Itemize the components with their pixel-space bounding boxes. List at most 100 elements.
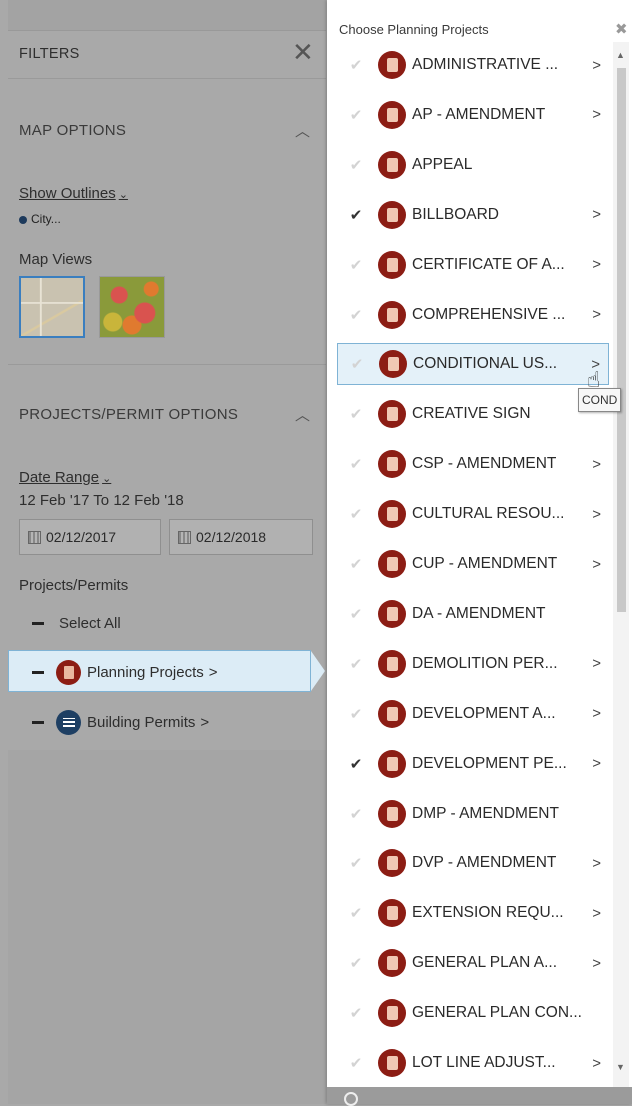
project-type-label: DVP - AMENDMENT xyxy=(412,854,557,872)
projects-permits-label: Projects/Permits xyxy=(19,577,129,594)
chevron-right-icon[interactable]: > xyxy=(592,106,601,123)
checkmark-icon[interactable]: ✔ xyxy=(345,106,367,124)
project-type-row[interactable]: ✔ DMP - AMENDMENT xyxy=(337,793,609,835)
project-type-label: EXTENSION REQU... xyxy=(412,904,564,922)
document-icon xyxy=(378,500,406,529)
close-icon[interactable]: ✕ xyxy=(292,40,314,66)
date-range-dropdown[interactable]: Date Range ⌄ xyxy=(19,469,111,486)
project-type-row[interactable]: ✔ GENERAL PLAN A... > xyxy=(337,942,609,984)
project-type-row[interactable]: ✔ CSP - AMENDMENT > xyxy=(337,443,609,485)
document-icon xyxy=(378,899,406,928)
project-type-row[interactable]: ✔ CREATIVE SIGN xyxy=(337,393,609,435)
chevron-right-icon[interactable]: > xyxy=(592,556,601,573)
document-icon xyxy=(378,400,406,429)
project-type-label: CONDITIONAL US... xyxy=(413,355,558,373)
project-type-row[interactable]: ✔ DEVELOPMENT PE... > xyxy=(337,743,609,785)
project-type-row[interactable]: ✔ LOT LINE ADJUST... > xyxy=(337,1042,609,1084)
project-type-row[interactable]: ✔ COMPREHENSIVE ... > xyxy=(337,294,609,336)
scroll-up-icon[interactable]: ▲ xyxy=(616,50,625,60)
document-icon xyxy=(378,1049,406,1077)
close-icon[interactable]: ✖ xyxy=(615,20,628,38)
document-icon xyxy=(378,999,406,1028)
checkmark-icon[interactable]: ✔ xyxy=(346,355,368,373)
project-type-label: COMPREHENSIVE ... xyxy=(412,305,566,323)
checkmark-icon[interactable]: ✔ xyxy=(345,56,367,74)
project-type-row[interactable]: ✔ CERTIFICATE OF A... > xyxy=(337,244,609,286)
checkmark-icon[interactable]: ✔ xyxy=(345,1004,367,1022)
project-type-row[interactable]: ✔ ADMINISTRATIVE ... > xyxy=(337,44,609,86)
checkmark-icon[interactable]: ✔ xyxy=(345,455,367,473)
chevron-right-icon[interactable]: > xyxy=(592,655,601,672)
project-type-row[interactable]: ✔ EXTENSION REQU... > xyxy=(337,892,609,934)
chevron-right-icon[interactable]: > xyxy=(592,755,601,772)
scrollbar[interactable]: ▲ ▼ xyxy=(613,42,629,1087)
chevron-right-icon[interactable]: > xyxy=(592,955,601,972)
category-building-permits[interactable]: Building Permits > xyxy=(32,708,209,736)
checkmark-icon[interactable]: ✔ xyxy=(345,805,367,823)
project-type-label: CUP - AMENDMENT xyxy=(412,555,558,572)
chevron-right-icon[interactable]: > xyxy=(592,256,601,273)
chevron-right-icon[interactable]: > xyxy=(592,306,601,323)
checkmark-icon[interactable]: ✔ xyxy=(345,256,367,274)
checkmark-icon[interactable]: ✔ xyxy=(345,306,367,324)
project-type-label: GENERAL PLAN CON... xyxy=(412,1004,582,1022)
scrollbar-thumb[interactable] xyxy=(617,68,626,612)
checkmark-icon[interactable]: ✔ xyxy=(345,156,367,174)
collapse-projects-options-icon[interactable]: ︿ xyxy=(295,404,310,425)
checkmark-icon[interactable]: ✔ xyxy=(345,555,367,573)
heat-map-view-thumbnail[interactable] xyxy=(99,276,165,338)
project-type-row[interactable]: ✔ CONDITIONAL US... > xyxy=(337,343,609,386)
divider xyxy=(8,78,326,79)
document-icon xyxy=(378,949,406,978)
checkmark-icon[interactable]: ✔ xyxy=(345,1054,367,1072)
chevron-right-icon[interactable]: > xyxy=(592,57,601,74)
checkmark-icon[interactable]: ✔ xyxy=(345,505,367,523)
project-type-label: BILLBOARD xyxy=(412,205,500,223)
project-type-row[interactable]: ✔ AP - AMENDMENT > xyxy=(337,94,609,136)
project-type-row[interactable]: ✔ CUP - AMENDMENT > xyxy=(337,543,609,585)
project-type-row[interactable]: ✔ DEMOLITION PER... > xyxy=(337,643,609,685)
project-type-row[interactable]: ✔ GENERAL PLAN CON... xyxy=(337,992,609,1034)
chevron-right-icon: > xyxy=(208,663,218,681)
project-type-row[interactable]: ✔ DVP - AMENDMENT > xyxy=(337,842,609,884)
chevron-right-icon[interactable]: > xyxy=(592,855,601,872)
project-type-label: GENERAL PLAN A... xyxy=(412,954,558,972)
chevron-right-icon[interactable]: > xyxy=(592,456,601,473)
checkmark-icon[interactable]: ✔ xyxy=(345,904,367,922)
chevron-right-icon[interactable]: > xyxy=(592,1055,601,1072)
end-date-input[interactable]: 02/12/2018 xyxy=(169,519,313,555)
project-type-row[interactable]: ✔ BILLBOARD > xyxy=(337,194,609,236)
checkmark-icon[interactable]: ✔ xyxy=(345,206,367,224)
checkmark-icon[interactable]: ✔ xyxy=(345,854,367,872)
checkmark-icon[interactable]: ✔ xyxy=(345,954,367,972)
category-planning-projects[interactable]: Planning Projects > xyxy=(32,658,218,686)
collapse-map-options-icon[interactable]: ︿ xyxy=(295,120,310,141)
checkmark-icon[interactable]: ✔ xyxy=(345,705,367,723)
start-date-input[interactable]: 02/12/2017 xyxy=(19,519,161,555)
show-outlines-dropdown[interactable]: Show Outlines ⌄ xyxy=(19,185,128,202)
chevron-right-icon[interactable]: > xyxy=(592,206,601,223)
project-type-label: LOT LINE ADJUST... xyxy=(412,1054,556,1071)
project-type-label: DMP - AMENDMENT xyxy=(412,804,559,822)
project-type-row[interactable]: ✔ DEVELOPMENT A... > xyxy=(337,693,609,735)
checkmark-icon[interactable]: ✔ xyxy=(345,405,367,423)
project-type-row[interactable]: ✔ CULTURAL RESOU... > xyxy=(337,493,609,535)
street-map-view-thumbnail[interactable] xyxy=(19,276,85,338)
checkmark-icon[interactable]: ✔ xyxy=(345,605,367,623)
project-type-row[interactable]: ✔ APPEAL xyxy=(337,144,609,186)
scroll-down-icon[interactable]: ▼ xyxy=(616,1062,625,1072)
chevron-right-icon[interactable]: > xyxy=(592,905,601,922)
chevron-right-icon[interactable]: > xyxy=(592,705,601,722)
checkmark-icon[interactable]: ✔ xyxy=(345,755,367,773)
panel-footer xyxy=(8,750,326,1104)
minus-icon xyxy=(32,621,44,625)
projects-permit-options-title: PROJECTS/PERMIT OPTIONS xyxy=(19,406,239,423)
chevron-right-icon[interactable]: > xyxy=(592,506,601,523)
project-type-row[interactable]: ✔ DA - AMENDMENT xyxy=(337,593,609,635)
project-type-label: APPEAL xyxy=(412,155,473,173)
pointer-arrow xyxy=(311,651,325,691)
project-type-label: DA - AMENDMENT xyxy=(412,604,546,622)
checkmark-icon[interactable]: ✔ xyxy=(345,655,367,673)
start-date-value: 02/12/2017 xyxy=(46,529,117,545)
select-all-row[interactable]: Select All xyxy=(32,612,121,634)
